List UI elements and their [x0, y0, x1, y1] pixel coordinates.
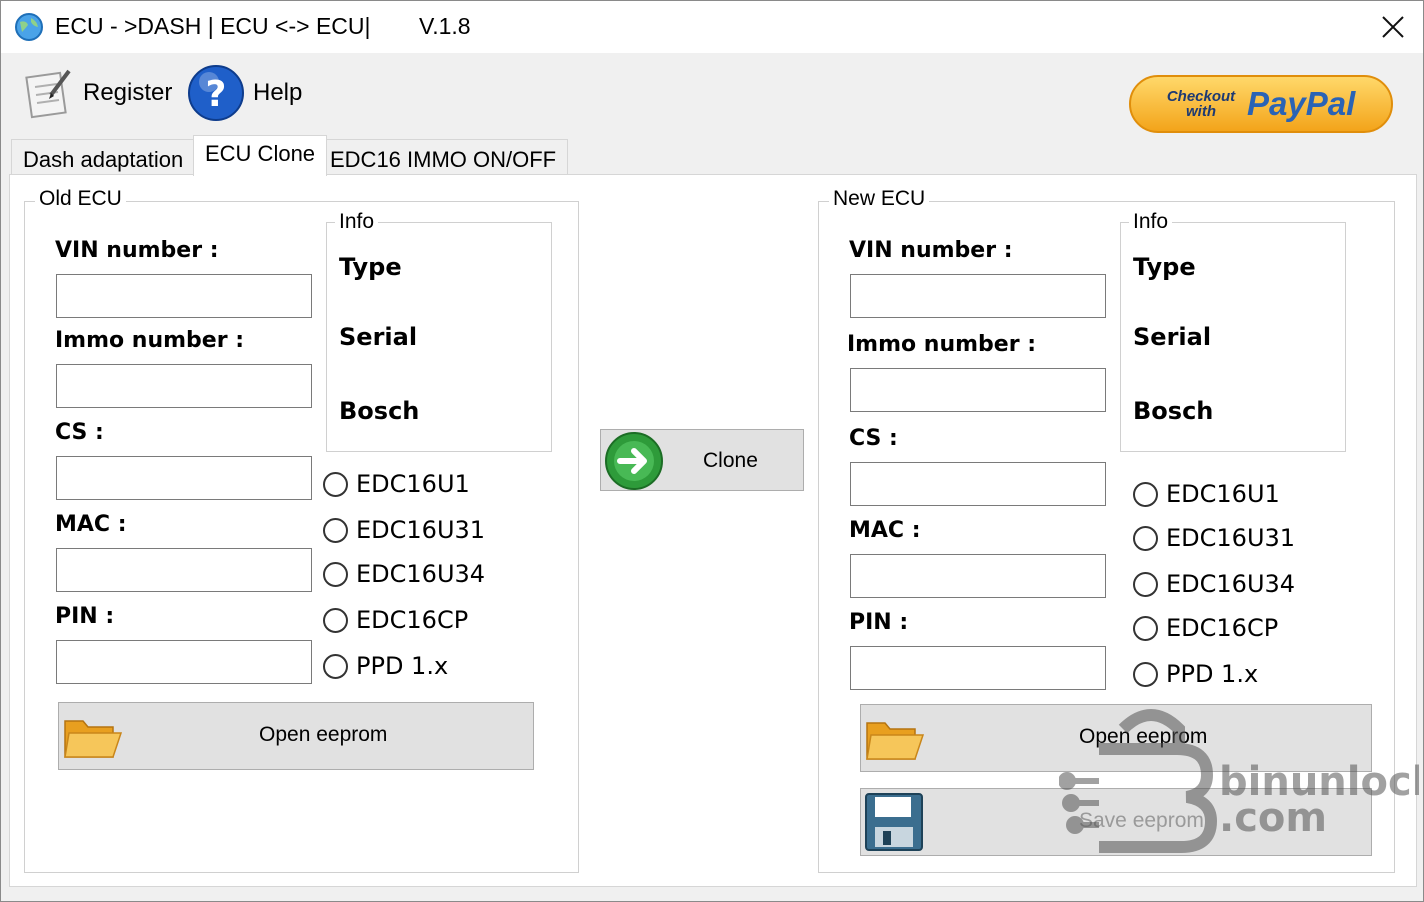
radio-circle [323, 561, 348, 587]
new-immo-label: Immo number : [847, 332, 1037, 357]
radio-circle [1133, 571, 1158, 597]
radio-circle [323, 607, 348, 633]
tab-edc16-immo[interactable]: EDC16 IMMO ON/OFF [318, 139, 569, 175]
old-open-eeprom-label: Open eeprom [259, 723, 388, 746]
radio-label: EDC16U1 [356, 470, 470, 498]
close-icon[interactable] [1373, 9, 1411, 45]
new-info-type: Type [1133, 253, 1196, 281]
register-notepad-icon [25, 69, 71, 119]
old-radio-edc16cp[interactable]: EDC16CP [323, 606, 468, 634]
old-info-bosch: Bosch [339, 397, 420, 425]
radio-label: EDC16U34 [356, 560, 486, 588]
new-open-eeprom-button[interactable]: Open eeprom [860, 704, 1372, 772]
old-radio-edc16u31[interactable]: EDC16U31 [323, 516, 485, 544]
new-radio-ppd1x[interactable]: PPD 1.x [1133, 660, 1258, 688]
new-pin-label: PIN : [849, 610, 909, 635]
radio-label: EDC16U34 [1166, 570, 1296, 598]
paypal-checkout-text: Checkout with [1166, 88, 1236, 120]
radio-label: EDC16CP [1166, 614, 1279, 642]
old-vin-input[interactable] [56, 274, 312, 318]
new-info-title: Info [1129, 210, 1173, 234]
radio-label: EDC16U31 [1166, 524, 1296, 552]
version-label: V.1.8 [419, 13, 471, 39]
new-mac-label: MAC : [849, 518, 921, 543]
app-window: ECU - >DASH | ECU <-> ECU| V.1.8 Registe… [0, 0, 1424, 902]
app-globe-icon [15, 13, 43, 41]
radio-label: EDC16U31 [356, 516, 486, 544]
old-ecu-group: Old ECU VIN number : Immo number : CS : … [24, 187, 579, 873]
new-info-group: Info Type Serial Bosch [1120, 210, 1346, 452]
radio-circle [1133, 481, 1158, 507]
old-ecu-title: Old ECU [35, 187, 126, 211]
ecu-clone-panel: Old ECU VIN number : Immo number : CS : … [9, 174, 1417, 887]
clone-button[interactable]: Clone [600, 429, 804, 491]
new-open-eeprom-label: Open eeprom [1079, 725, 1208, 748]
radio-circle [1133, 525, 1158, 551]
title-bar: ECU - >DASH | ECU <-> ECU| V.1.8 [1, 1, 1423, 53]
tab-dash-adaptation[interactable]: Dash adaptation [11, 139, 196, 175]
new-radio-edc16u1[interactable]: EDC16U1 [1133, 480, 1280, 508]
old-pin-input[interactable] [56, 640, 312, 684]
new-mac-input[interactable] [850, 554, 1106, 598]
new-pin-input[interactable] [850, 646, 1106, 690]
old-pin-label: PIN : [55, 604, 115, 629]
new-radio-edc16u34[interactable]: EDC16U34 [1133, 570, 1295, 598]
radio-circle [1133, 615, 1158, 641]
new-info-bosch: Bosch [1133, 397, 1214, 425]
paypal-logo-text: PayPal [1247, 85, 1356, 122]
radio-circle [323, 653, 348, 679]
save-eeprom-label: Save eeprom [1079, 809, 1204, 832]
old-radio-ppd1x[interactable]: PPD 1.x [323, 652, 448, 680]
radio-label: PPD 1.x [356, 652, 449, 680]
arrow-right-icon [605, 432, 663, 490]
help-label: Help [253, 79, 303, 106]
new-vin-input[interactable] [850, 274, 1106, 318]
old-info-group: Info Type Serial Bosch [326, 210, 552, 452]
folder-icon [64, 720, 123, 758]
tab-ecu-clone[interactable]: ECU Clone [193, 135, 328, 176]
new-cs-label: CS : [849, 426, 898, 451]
register-button[interactable]: Register [23, 61, 172, 125]
radio-label: EDC16CP [356, 606, 469, 634]
new-ecu-group: New ECU VIN number : Immo number : CS : … [818, 187, 1395, 873]
floppy-disk-icon [865, 793, 923, 851]
old-info-title: Info [335, 210, 379, 234]
new-radio-edc16u31[interactable]: EDC16U31 [1133, 524, 1295, 552]
svg-text:?: ? [206, 74, 227, 115]
old-radio-edc16u34[interactable]: EDC16U34 [323, 560, 485, 588]
clone-label: Clone [703, 449, 758, 472]
window-title: ECU - >DASH | ECU <-> ECU| [55, 13, 371, 39]
save-eeprom-button[interactable]: Save eeprom [860, 788, 1372, 856]
old-cs-input[interactable] [56, 456, 312, 500]
help-question-icon: ? [188, 65, 244, 121]
new-immo-input[interactable] [850, 368, 1106, 412]
radio-circle [1133, 661, 1158, 687]
new-radio-edc16cp[interactable]: EDC16CP [1133, 614, 1278, 642]
old-cs-label: CS : [55, 420, 104, 445]
paypal-checkout-button[interactable]: Checkout with PayPal [1129, 75, 1393, 133]
new-info-serial: Serial [1133, 323, 1212, 351]
register-label: Register [83, 79, 173, 106]
old-vin-label: VIN number : [55, 238, 219, 263]
old-immo-input[interactable] [56, 364, 312, 408]
old-info-type: Type [339, 253, 402, 281]
new-cs-input[interactable] [850, 462, 1106, 506]
old-info-serial: Serial [339, 323, 418, 351]
folder-icon [866, 722, 925, 760]
old-mac-label: MAC : [55, 512, 127, 537]
old-immo-label: Immo number : [55, 328, 245, 353]
radio-circle [323, 517, 348, 543]
help-button[interactable]: ? Help [187, 61, 302, 125]
old-radio-edc16u1[interactable]: EDC16U1 [323, 470, 470, 498]
old-mac-input[interactable] [56, 548, 312, 592]
radio-circle [323, 471, 348, 497]
radio-label: EDC16U1 [1166, 480, 1280, 508]
old-open-eeprom-button[interactable]: Open eeprom [58, 702, 534, 770]
new-vin-label: VIN number : [849, 238, 1013, 263]
new-ecu-title: New ECU [829, 187, 930, 211]
radio-label: PPD 1.x [1166, 660, 1259, 688]
